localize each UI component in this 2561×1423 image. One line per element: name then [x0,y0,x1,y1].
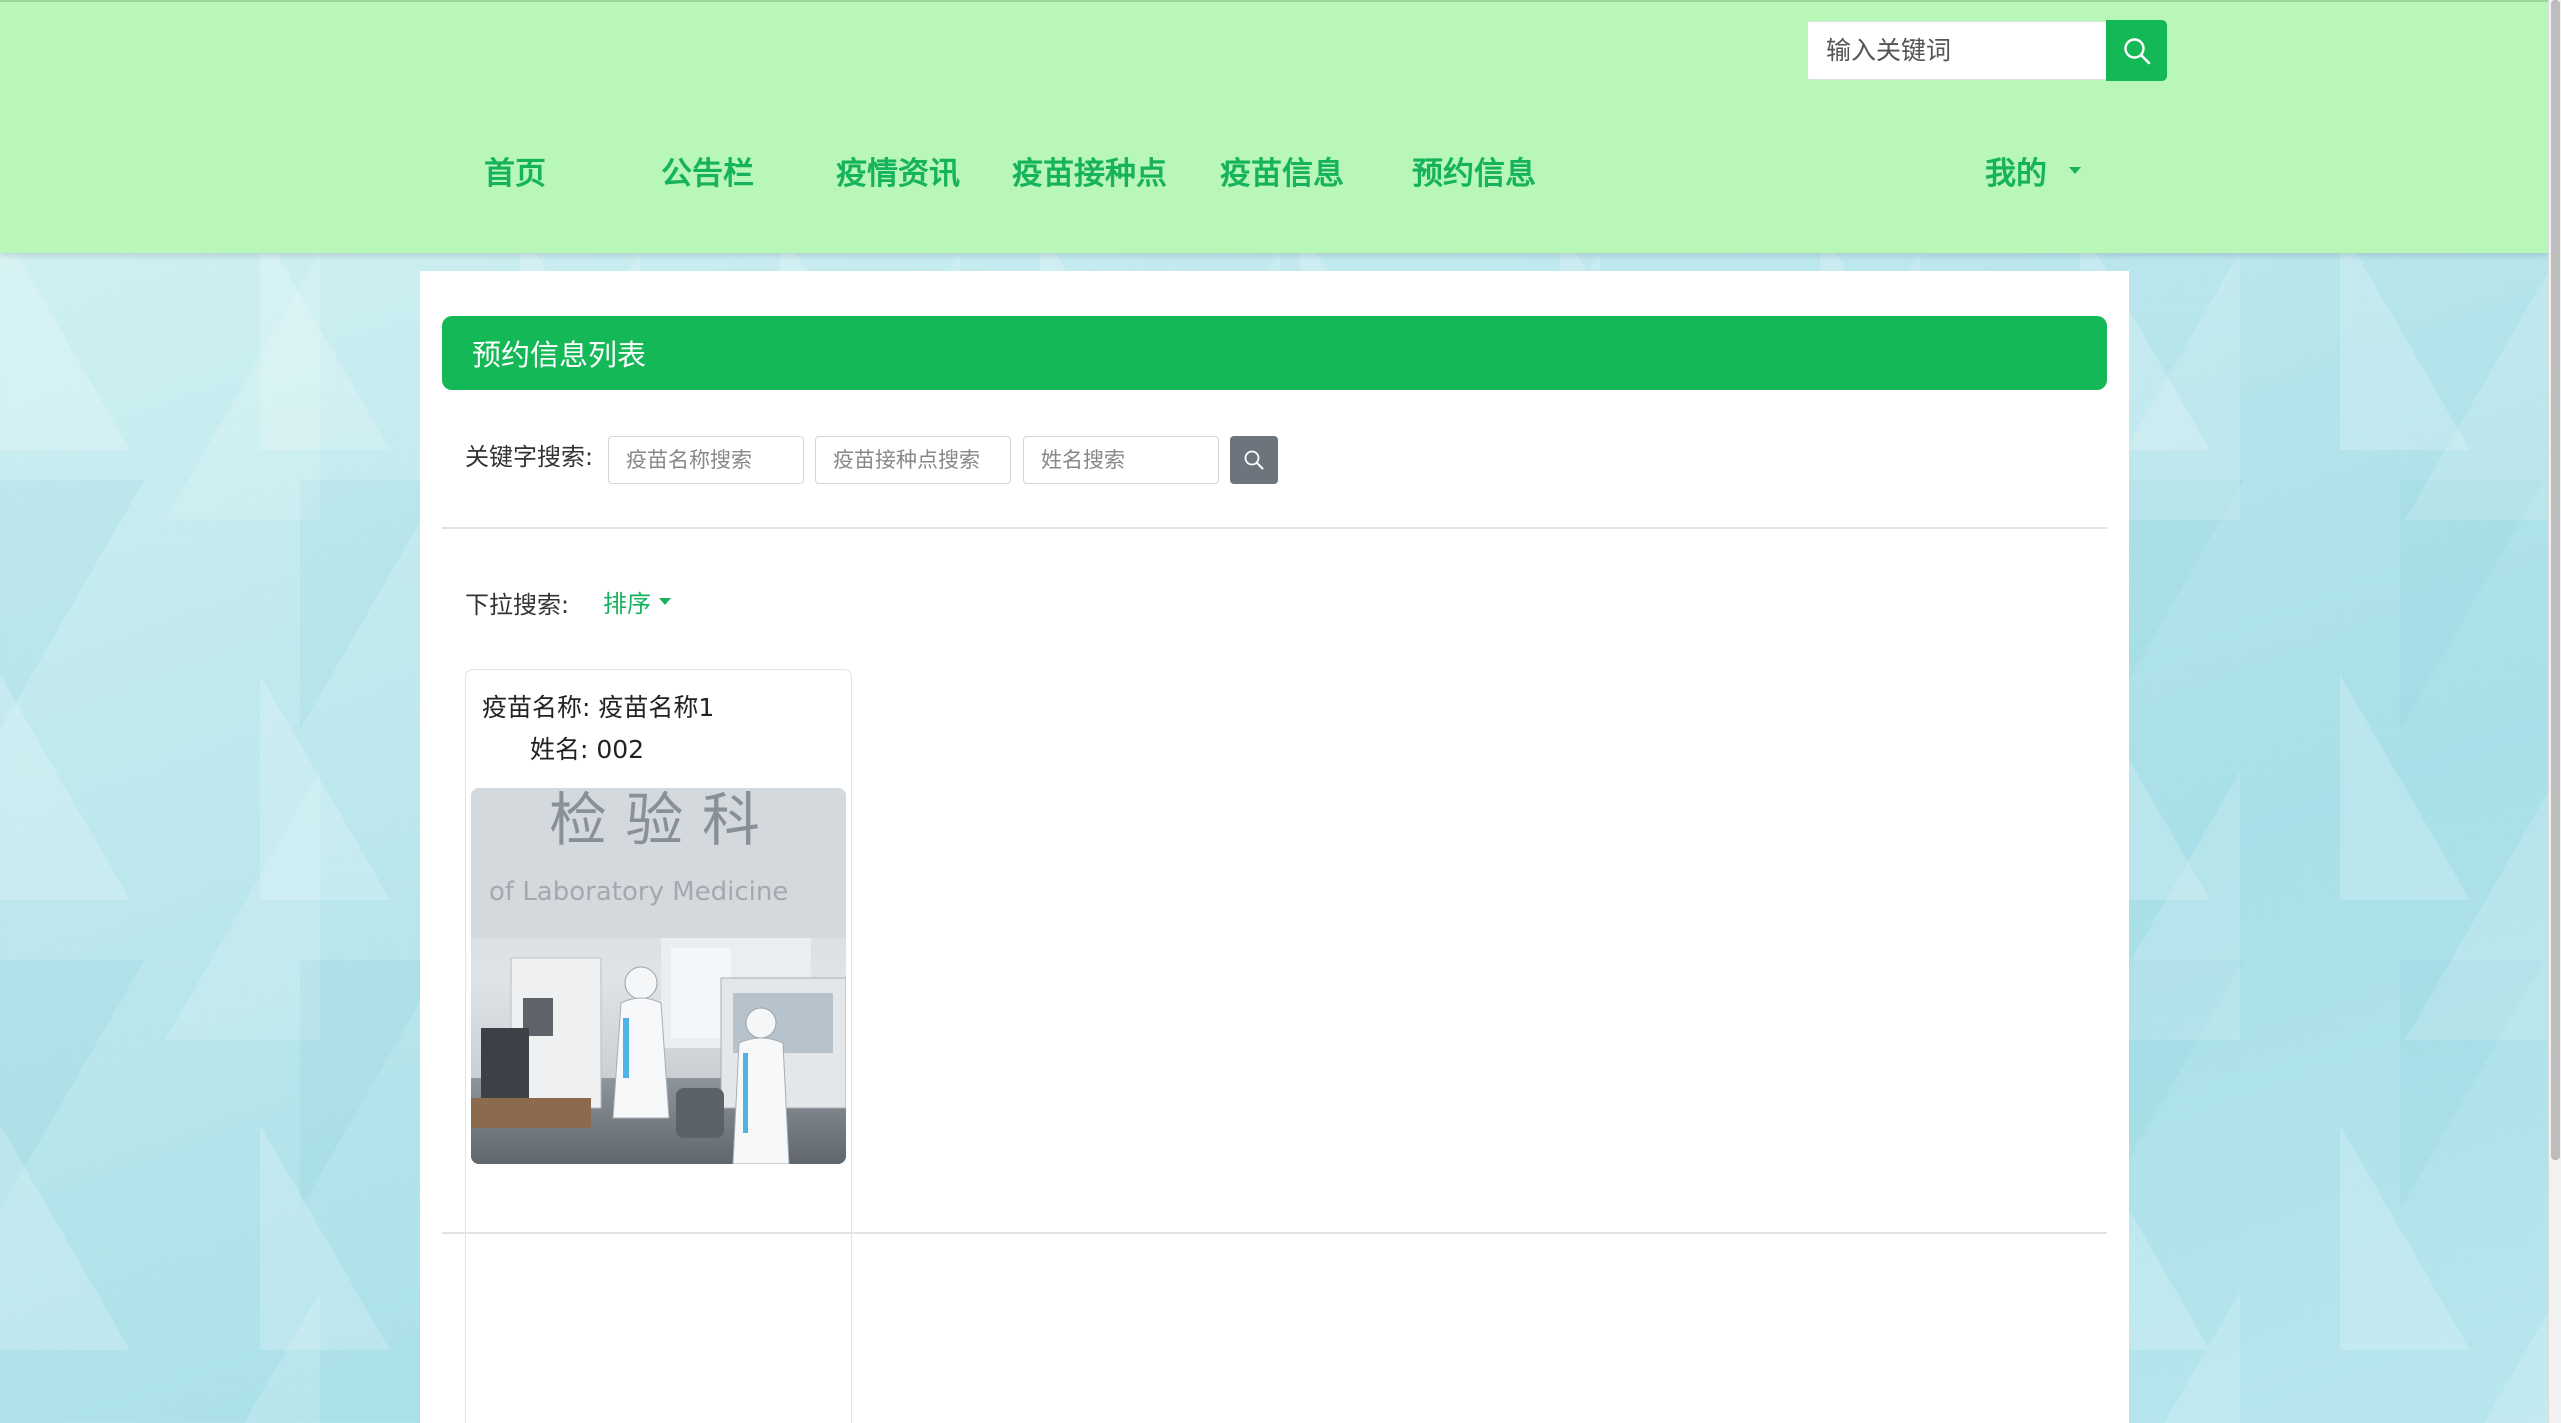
search-icon [2123,37,2150,64]
section-divider [442,527,2107,529]
nav-notice-board[interactable]: 公告栏 [661,148,754,193]
caret-down-icon [659,598,671,605]
main-nav: 首页 公告栏 疫情资讯 疫苗接种点 疫苗信息 预约信息 我的 [0,148,2548,198]
nav-mine-label: 我的 [1985,156,2047,192]
keyword-search-label: 关键字搜索: [465,443,594,471]
card-person-name: 姓名: 002 [530,735,645,764]
vaccine-name-search-input[interactable] [608,436,804,484]
caret-down-icon [2069,167,2081,174]
nav-epidemic-news[interactable]: 疫情资讯 [836,148,960,193]
nav-home[interactable]: 首页 [484,148,546,193]
vaccination-site-search-input[interactable] [815,436,1011,484]
card-vaccine-name: 疫苗名称: 疫苗名称1 [482,693,715,722]
nav-vaccination-sites[interactable]: 疫苗接种点 [1012,148,1167,193]
top-header: 首页 公告栏 疫情资讯 疫苗接种点 疫苗信息 预约信息 我的 [0,0,2548,253]
card-image: 检 验 科 of Laboratory Medicine [471,788,846,1164]
dropdown-search-label: 下拉搜索: [465,591,570,619]
appointment-card[interactable]: 疫苗名称: 疫苗名称1 姓名: 002 检 验 科 of Laboratory … [465,669,852,1423]
sort-label: 排序 [603,590,651,618]
keyword-search-button[interactable] [1230,436,1278,484]
scrollbar-thumb[interactable] [2551,0,2560,1160]
sign-text: 检 验 科 [549,788,760,854]
main-content-panel: 预约信息列表 关键字搜索: 下拉搜索: 排序 疫苗名称: 疫苗名称1 姓名: 0… [420,271,2129,1423]
page-title: 预约信息列表 [472,338,647,372]
laboratory-photo: 检 验 科 of Laboratory Medicine [471,788,846,1164]
search-icon [1244,450,1264,470]
sort-dropdown-button[interactable]: 排序 [603,584,671,619]
nav-vaccine-info[interactable]: 疫苗信息 [1220,148,1344,193]
section-divider [442,1232,2107,1234]
page-scrollbar[interactable] [2548,0,2561,1423]
page-title-bar: 预约信息列表 [442,316,2107,390]
global-search-input[interactable] [1807,21,2107,80]
global-search-button[interactable] [2106,20,2167,81]
name-search-input[interactable] [1023,436,1219,484]
nav-appointment-info[interactable]: 预约信息 [1412,148,1536,193]
nav-mine-dropdown[interactable]: 我的 [1985,148,2081,193]
sign-subtext: of Laboratory Medicine [489,877,788,907]
